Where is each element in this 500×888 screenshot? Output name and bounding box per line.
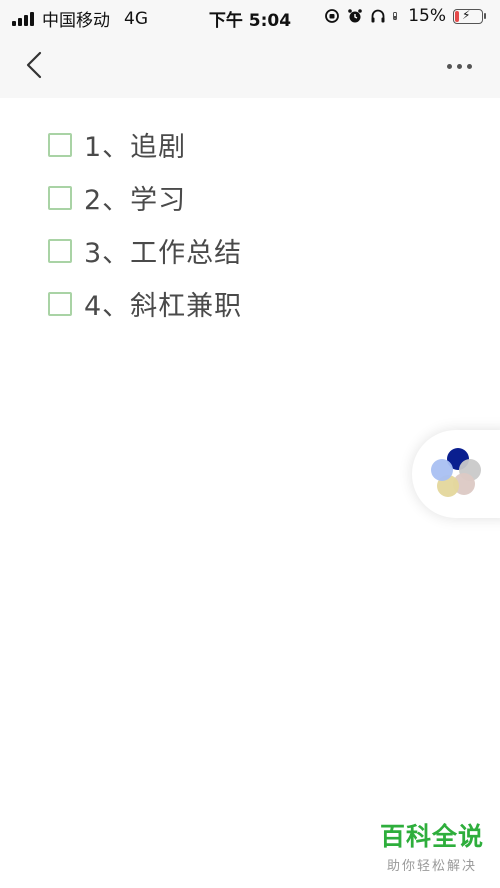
watermark-subtitle: 助你轻松解决: [386, 859, 477, 874]
orientation-lock-icon: [325, 9, 340, 23]
checklist-item: 1、追剧: [48, 118, 242, 171]
checkbox[interactable]: [48, 132, 72, 157]
checklist-item: 3、工作总结: [48, 224, 242, 277]
alarm-icon: [348, 9, 363, 23]
checklist-item: 4、斜杠兼职: [48, 277, 242, 330]
checklist: 1、追剧 2、学习 3、工作总结 4、斜杠兼职: [48, 118, 242, 330]
checkbox[interactable]: [48, 238, 72, 263]
status-right: 15% ⚡: [324, 6, 486, 26]
battery-icon: ⚡: [453, 8, 486, 24]
battery-small-icon: [393, 12, 398, 20]
headphones-icon: [371, 9, 385, 23]
floating-assistant-button[interactable]: [412, 430, 500, 518]
more-options-button[interactable]: [442, 52, 476, 80]
nav-bar: [0, 34, 500, 98]
more-dots-icon: [446, 63, 452, 69]
checklist-item: 2、学习: [48, 171, 242, 224]
back-button[interactable]: [18, 48, 52, 82]
checkbox[interactable]: [48, 291, 72, 316]
checkbox[interactable]: [48, 185, 72, 210]
watermark-title: 百科全说: [379, 822, 484, 851]
chevron-left-icon: [26, 51, 42, 79]
status-bar: 中国移动 4G 下午 5:04 15% ⚡: [0, 0, 500, 34]
watermark-logo: 百科全说 助你轻松解决: [380, 817, 484, 874]
checklist-item-text[interactable]: 1、追剧: [84, 125, 186, 164]
battery-percent: 15%: [408, 6, 446, 26]
pinwheel-icon: [431, 448, 481, 497]
checklist-item-text[interactable]: 4、斜杠兼职: [84, 284, 242, 323]
checklist-item-text[interactable]: 3、工作总结: [84, 231, 242, 270]
checklist-item-text[interactable]: 2、学习: [84, 178, 186, 217]
